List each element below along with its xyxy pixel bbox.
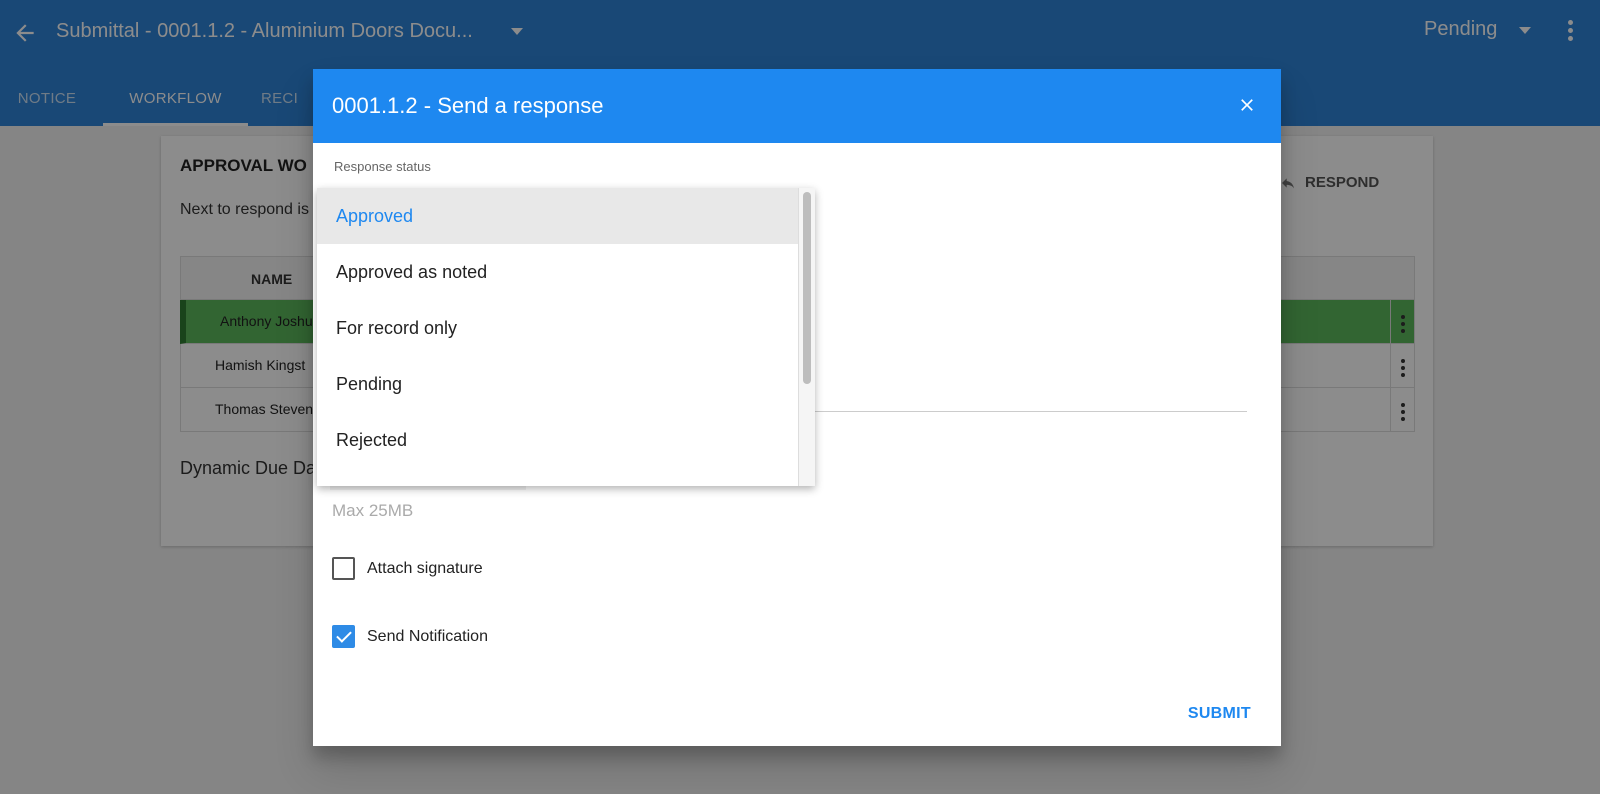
max-file-size-hint: Max 25MB	[332, 501, 414, 520]
option-approved-as-noted[interactable]: Approved as noted	[317, 244, 798, 300]
send-notification-option[interactable]: Send Notification	[332, 625, 488, 648]
send-notification-label: Send Notification	[367, 627, 488, 645]
option-rejected[interactable]: Rejected	[317, 412, 798, 468]
option-approved[interactable]: Approved	[317, 188, 798, 244]
dialog-title: 0001.1.2 - Send a response	[332, 93, 604, 118]
close-icon[interactable]	[1237, 95, 1257, 115]
option-for-record-only[interactable]: For record only	[317, 300, 798, 356]
scrollbar-thumb[interactable]	[803, 192, 811, 384]
option-pending[interactable]: Pending	[317, 356, 798, 412]
field-divider	[815, 411, 1247, 412]
attach-signature-label: Attach signature	[367, 559, 483, 577]
dialog-header: 0001.1.2 - Send a response	[313, 69, 1281, 143]
attach-signature-option[interactable]: Attach signature	[332, 557, 483, 580]
response-status-label: Response status	[334, 159, 431, 174]
dropdown-scrollbar[interactable]	[798, 188, 815, 486]
response-status-dropdown: Approved Approved as noted For record on…	[317, 188, 815, 486]
attach-signature-checkbox[interactable]	[332, 557, 355, 580]
send-notification-checkbox[interactable]	[332, 625, 355, 648]
submit-button[interactable]: SUBMIT	[1188, 705, 1251, 723]
